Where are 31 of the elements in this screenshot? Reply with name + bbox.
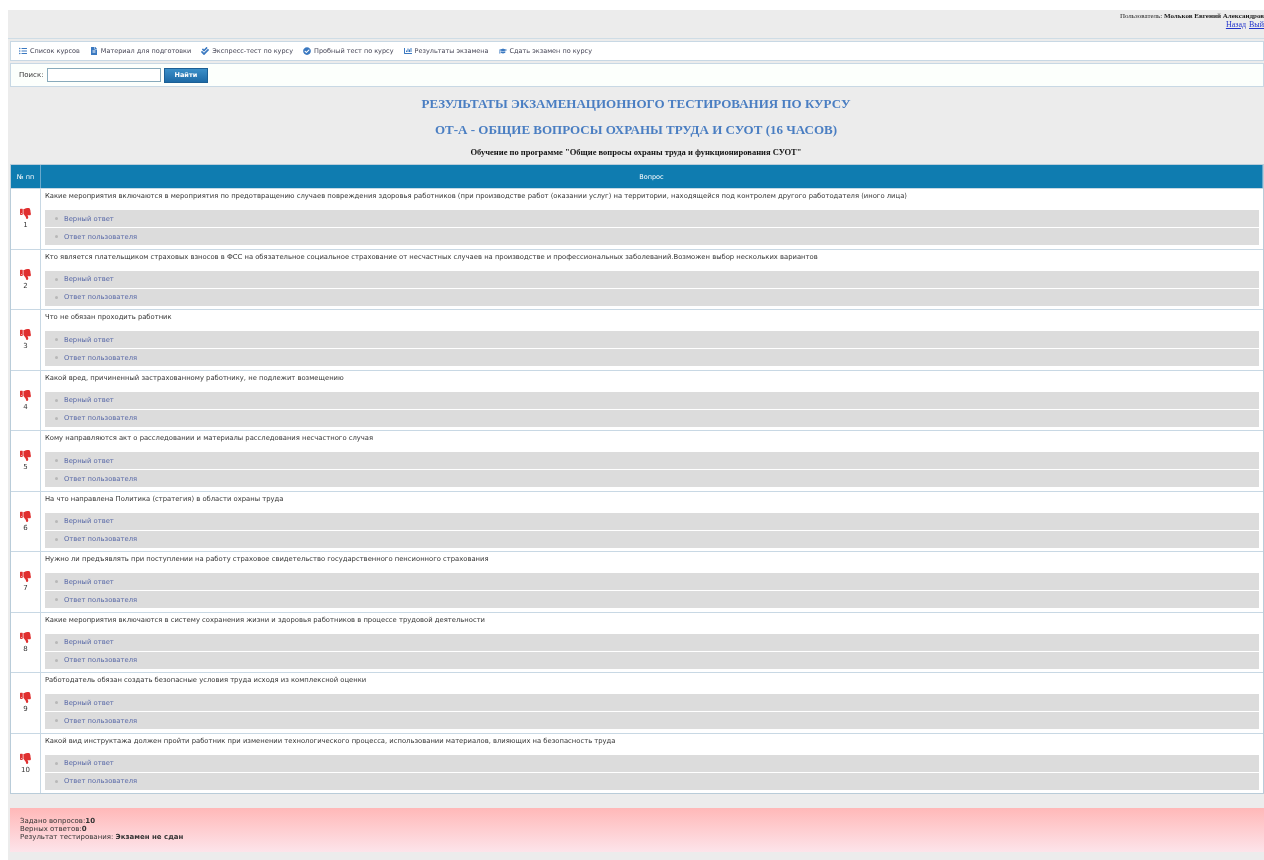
bullet-icon (55, 277, 58, 281)
search-field[interactable] (46, 68, 161, 82)
nav-link[interactable]: Вый (1249, 20, 1264, 29)
bullet-icon (55, 719, 58, 722)
bullet-icon (55, 398, 58, 402)
page-subtitle: Обучение по программе "Общие вопросы охраны труда и функционирования СУОТ" (469, 147, 803, 157)
nav-link[interactable]: Назад (1225, 20, 1246, 29)
bullet-icon (55, 640, 58, 644)
bullet-icon (55, 416, 58, 420)
bullet-icon (55, 701, 58, 704)
bullet-icon (55, 295, 58, 299)
page-title: ОТ-А - ОБЩИЕ ВОПРОСЫ ОХРАНЫ ТРУДА И СУОТ (16 ЧАСОВ) (434, 122, 838, 138)
double-check-icon (201, 47, 210, 55)
bullet-icon (55, 598, 58, 601)
document-icon (89, 47, 98, 55)
bullet-icon (55, 459, 58, 462)
graduation-cap-icon (498, 47, 507, 55)
bullet-icon (55, 356, 58, 359)
page-title: РЕЗУЛЬТАТЫ ЭКЗАМЕНАЦИОННОГО ТЕСТИРОВАНИЯ ПО КУРСУ (420, 96, 852, 112)
bullet-icon (55, 217, 58, 220)
bar-chart-icon (403, 47, 412, 55)
bullet-icon (55, 761, 58, 765)
bullet-icon (55, 519, 58, 523)
list-icon (19, 47, 27, 55)
bullet-icon (55, 537, 58, 541)
bullet-icon (55, 338, 58, 341)
bullet-icon (55, 580, 58, 583)
bullet-icon (55, 779, 58, 783)
bullet-icon (55, 235, 58, 238)
bullet-icon (55, 477, 58, 480)
bullet-icon (55, 658, 58, 662)
